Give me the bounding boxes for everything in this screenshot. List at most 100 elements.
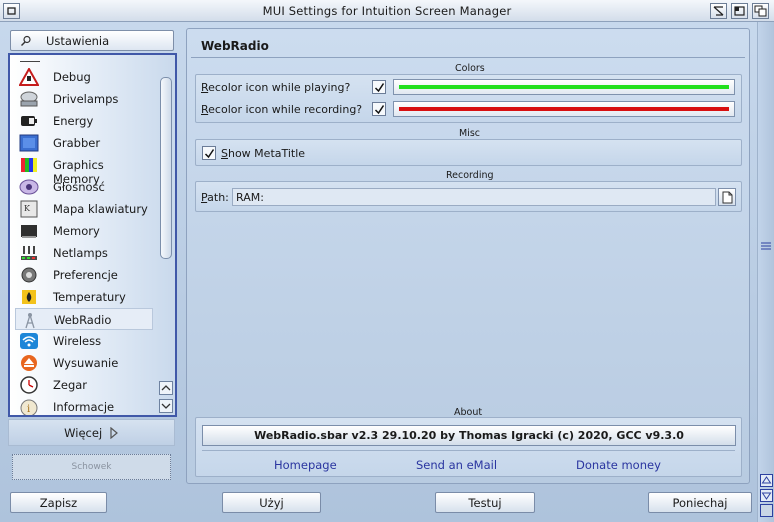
settings-list[interactable]: Debug Drivelamps Energy Grabber Graphics… <box>8 53 177 417</box>
iconify-button[interactable] <box>710 3 727 19</box>
path-input[interactable]: RAM: <box>232 188 716 206</box>
settings-search-label: Ustawienia <box>46 34 110 48</box>
recording-color-button[interactable] <box>393 101 735 117</box>
list-item-debug[interactable]: Debug <box>15 66 153 88</box>
chevron-up-icon <box>161 385 171 391</box>
clock-icon <box>20 376 38 394</box>
save-button[interactable]: Zapisz <box>10 492 107 513</box>
list-item-label: Informacje <box>53 400 115 414</box>
window-body: Ustawienia Debug Drivelamps Energy Grabb… <box>0 22 774 522</box>
list-item-label: Memory <box>53 224 100 238</box>
list-item-label: Głośność <box>53 180 105 194</box>
about-group: WebRadio.sbar v2.3 29.10.20 by Thomas Ig… <box>195 417 742 477</box>
battery-icon <box>21 116 37 126</box>
panel-divider <box>191 57 745 58</box>
show-metatitle-label[interactable]: Show MetaTitle <box>221 147 305 160</box>
donate-link[interactable]: Donate money <box>576 458 661 472</box>
show-metatitle-checkbox[interactable] <box>202 146 216 160</box>
scroll-down-button[interactable] <box>159 399 173 413</box>
path-browse-button[interactable] <box>718 188 736 206</box>
list-item-preferencje[interactable]: Preferencje <box>15 264 153 286</box>
memory-icon <box>21 225 37 238</box>
recolor-recording-checkbox[interactable] <box>372 102 386 116</box>
list-item-graphics-memory[interactable]: Graphics Memory <box>15 154 153 186</box>
recording-group-label: Recording <box>446 170 494 181</box>
list-item-informacje[interactable]: i Informacje <box>15 396 153 415</box>
misc-group-label: Misc <box>459 128 481 139</box>
title-bar: MUI Settings for Intuition Screen Manage… <box>0 0 774 22</box>
flame-icon <box>22 290 36 304</box>
radio-tower-icon <box>25 313 35 329</box>
clipboard-area[interactable]: Schowek <box>12 454 171 480</box>
search-icon <box>21 35 31 46</box>
list-item-label: Temperatury <box>53 290 126 304</box>
homepage-link[interactable]: Homepage <box>274 458 337 472</box>
keyboard-icon: K <box>20 200 38 218</box>
speaker-icon <box>19 179 39 195</box>
recolor-recording-label: Recolor icon while recording? <box>201 103 363 116</box>
list-item-label: Debug <box>53 70 91 84</box>
wifi-icon <box>20 333 38 349</box>
list-item-label: Energy <box>53 114 94 128</box>
file-icon <box>722 191 733 204</box>
list-scroll-knob[interactable] <box>160 77 172 259</box>
version-info-button[interactable]: WebRadio.sbar v2.3 29.10.20 by Thomas Ig… <box>202 425 736 446</box>
colors-group-label: Colors <box>455 63 485 74</box>
recolor-playing-label: Recolor icon while playing? <box>201 81 351 94</box>
use-button[interactable]: Użyj <box>222 492 321 513</box>
list-item-energy[interactable]: Energy <box>15 110 153 132</box>
edge-scroll-down-button[interactable] <box>760 489 773 502</box>
colors-group: Recolor icon while playing? Recolor icon… <box>195 74 742 123</box>
network-lamps-icon <box>21 246 37 260</box>
screen-grabber-icon <box>19 134 39 152</box>
recolor-playing-checkbox[interactable] <box>372 80 386 94</box>
recording-color-swatch <box>399 107 729 111</box>
test-button[interactable]: Testuj <box>435 492 535 513</box>
grip-icon <box>761 242 771 250</box>
drive-icon <box>20 91 38 107</box>
arrow-up-icon <box>761 476 772 484</box>
clipboard-label: Schowek <box>71 462 112 472</box>
list-item-mapa-klawiatury[interactable]: K Mapa klawiatury <box>15 198 153 220</box>
list-item-grabber[interactable]: Grabber <box>15 132 153 154</box>
more-button[interactable]: Więcej <box>8 419 175 446</box>
list-item-glosnosc[interactable]: Głośność <box>15 176 153 198</box>
list-item-drivelamps[interactable]: Drivelamps <box>15 88 153 110</box>
list-item-label: Grabber <box>53 136 101 150</box>
graphics-memory-icon <box>21 158 37 172</box>
list-item-label: Drivelamps <box>53 92 119 106</box>
list-item-label: Netlamps <box>53 246 108 260</box>
list-item-memory[interactable]: Memory <box>15 220 153 242</box>
send-email-link[interactable]: Send an eMail <box>416 458 497 472</box>
more-label: Więcej <box>64 426 103 440</box>
list-item-label: Zegar <box>53 378 88 392</box>
path-label: Path: <box>201 191 229 204</box>
list-item-webradio[interactable]: WebRadio <box>15 308 153 330</box>
zoom-button[interactable] <box>731 3 748 19</box>
list-scrollbar[interactable] <box>158 57 174 413</box>
list-item-wireless[interactable]: Wireless <box>15 330 153 352</box>
edge-scroll-up-button[interactable] <box>760 474 773 487</box>
settings-panel: WebRadio Colors Recolor icon while playi… <box>186 28 750 484</box>
checkmark-icon <box>374 83 385 93</box>
cancel-button[interactable]: Poniechaj <box>648 492 752 513</box>
window-side-scroller[interactable] <box>757 22 774 522</box>
depth-button[interactable] <box>752 3 769 19</box>
playing-color-button[interactable] <box>393 79 735 95</box>
scroll-up-button[interactable] <box>159 381 173 395</box>
about-divider <box>202 450 735 451</box>
resize-gadget[interactable] <box>760 504 773 517</box>
eject-icon <box>21 355 37 371</box>
list-item-netlamps[interactable]: Netlamps <box>15 242 153 264</box>
list-item-zegar[interactable]: Zegar <box>15 374 153 396</box>
list-item-wysuwanie[interactable]: Wysuwanie <box>15 352 153 374</box>
list-item-label: Mapa klawiatury <box>53 202 148 216</box>
window-title: MUI Settings for Intuition Screen Manage… <box>262 4 512 18</box>
checkmark-icon <box>374 105 385 115</box>
list-item-label: WebRadio <box>54 313 112 327</box>
panel-title: WebRadio <box>201 39 269 53</box>
list-item-temperatury[interactable]: Temperatury <box>15 286 153 308</box>
recording-group: Path: RAM: <box>195 181 742 212</box>
settings-search-button[interactable]: Ustawienia <box>10 30 174 51</box>
playing-color-swatch <box>399 85 729 89</box>
